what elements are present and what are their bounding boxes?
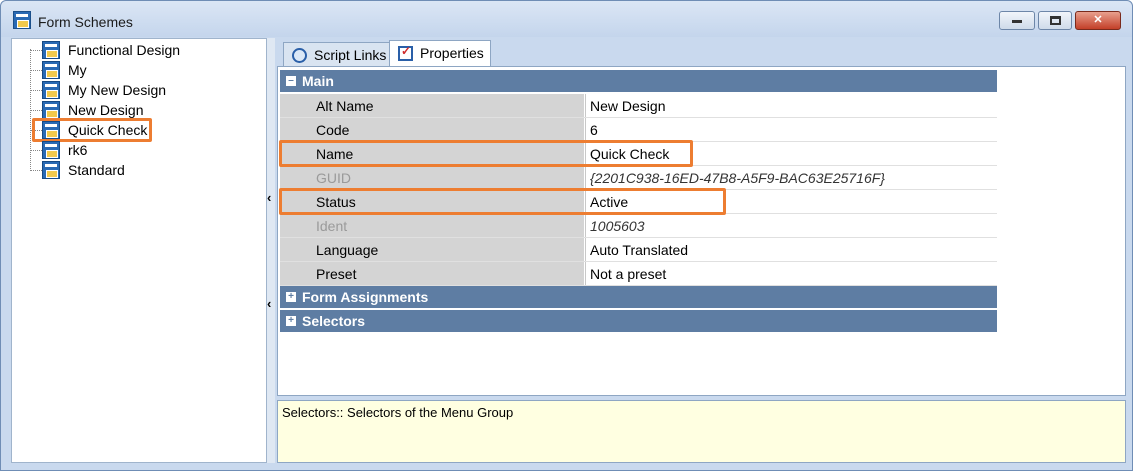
tree-item-rk6[interactable]: rk6 <box>12 140 252 160</box>
script-links-icon <box>292 48 307 63</box>
minimize-button[interactable] <box>999 11 1035 30</box>
tab-properties[interactable]: Properties <box>389 40 491 67</box>
tree-item-standard[interactable]: Standard <box>12 160 252 180</box>
collapse-left-icon[interactable]: ‹ <box>267 190 271 205</box>
category-label: Main <box>302 73 334 89</box>
property-row-language[interactable]: Language Auto Translated <box>280 238 997 262</box>
tab-script-links[interactable]: Script Links <box>283 42 394 67</box>
name-row-highlight <box>279 140 693 167</box>
maximize-icon <box>1049 16 1061 25</box>
category-main[interactable]: – Main <box>280 70 997 92</box>
panel-splitter[interactable]: ‹ ‹ <box>267 38 275 463</box>
tree-item-label: New Design <box>68 102 144 118</box>
tree-item-my[interactable]: My <box>12 60 252 80</box>
close-button[interactable]: ✕ <box>1075 11 1121 30</box>
form-scheme-icon <box>42 41 60 59</box>
collapse-left-icon[interactable]: ‹ <box>267 296 271 311</box>
title-bar[interactable]: Form Schemes ✕ <box>1 1 1132 37</box>
tree-item-label: Standard <box>68 162 125 178</box>
property-row-code[interactable]: Code 6 <box>280 118 997 142</box>
property-value[interactable]: 6 <box>585 118 997 141</box>
tree-item-label: My <box>68 62 87 78</box>
category-label: Selectors <box>302 313 366 329</box>
form-scheme-icon <box>42 101 60 119</box>
description-panel: Selectors:: Selectors of the Menu Group <box>277 400 1126 463</box>
tab-label: Properties <box>420 45 484 61</box>
form-schemes-window: Form Schemes ✕ Functional Design My My N… <box>0 0 1133 471</box>
selection-highlight <box>32 118 152 142</box>
property-grid[interactable]: – Main Alt Name New Design Code 6 Name Q… <box>277 66 1126 396</box>
property-name: Language <box>280 238 584 261</box>
form-scheme-icon <box>13 11 31 29</box>
property-value[interactable]: New Design <box>585 94 997 117</box>
category-form-assignments[interactable]: + Form Assignments <box>280 286 997 308</box>
properties-icon <box>398 44 413 61</box>
form-scheme-icon <box>42 161 60 179</box>
collapse-icon[interactable]: – <box>286 76 296 86</box>
status-row-highlight <box>279 188 726 215</box>
window-title: Form Schemes <box>38 14 133 30</box>
property-value[interactable]: Auto Translated <box>585 238 997 261</box>
expand-icon[interactable]: + <box>286 316 296 326</box>
property-name: Preset <box>280 262 584 285</box>
property-name: Ident <box>280 214 584 237</box>
minimize-icon <box>1012 20 1022 23</box>
property-name: Alt Name <box>280 94 584 117</box>
form-scheme-icon <box>42 141 60 159</box>
tree-item-new-design[interactable]: New Design <box>12 100 252 120</box>
tree-item-functional-design[interactable]: Functional Design <box>12 40 252 60</box>
property-name: GUID <box>280 166 584 189</box>
category-label: Form Assignments <box>302 289 429 305</box>
tab-label: Script Links <box>314 47 387 63</box>
tree-item-label: My New Design <box>68 82 167 98</box>
tree-item-label: Functional Design <box>68 42 181 58</box>
property-value[interactable]: Not a preset <box>585 262 997 285</box>
property-row-preset[interactable]: Preset Not a preset <box>280 262 997 286</box>
tree-item-label: rk6 <box>68 142 88 158</box>
tree-item-my-new-design[interactable]: My New Design <box>12 80 252 100</box>
property-value: 1005603 <box>585 214 997 237</box>
category-selectors[interactable]: + Selectors <box>280 310 997 332</box>
form-scheme-icon <box>42 81 60 99</box>
property-name: Code <box>280 118 584 141</box>
scheme-tree[interactable]: Functional Design My My New Design New D… <box>11 38 267 463</box>
property-row-guid[interactable]: GUID {2201C938-16ED-47B8-A5F9-BAC63E2571… <box>280 166 997 190</box>
property-row-ident[interactable]: Ident 1005603 <box>280 214 997 238</box>
property-value: {2201C938-16ED-47B8-A5F9-BAC63E25716F} <box>585 166 997 189</box>
expand-icon[interactable]: + <box>286 292 296 302</box>
form-scheme-icon <box>42 61 60 79</box>
property-row-alt-name[interactable]: Alt Name New Design <box>280 94 997 118</box>
maximize-button[interactable] <box>1038 11 1072 30</box>
